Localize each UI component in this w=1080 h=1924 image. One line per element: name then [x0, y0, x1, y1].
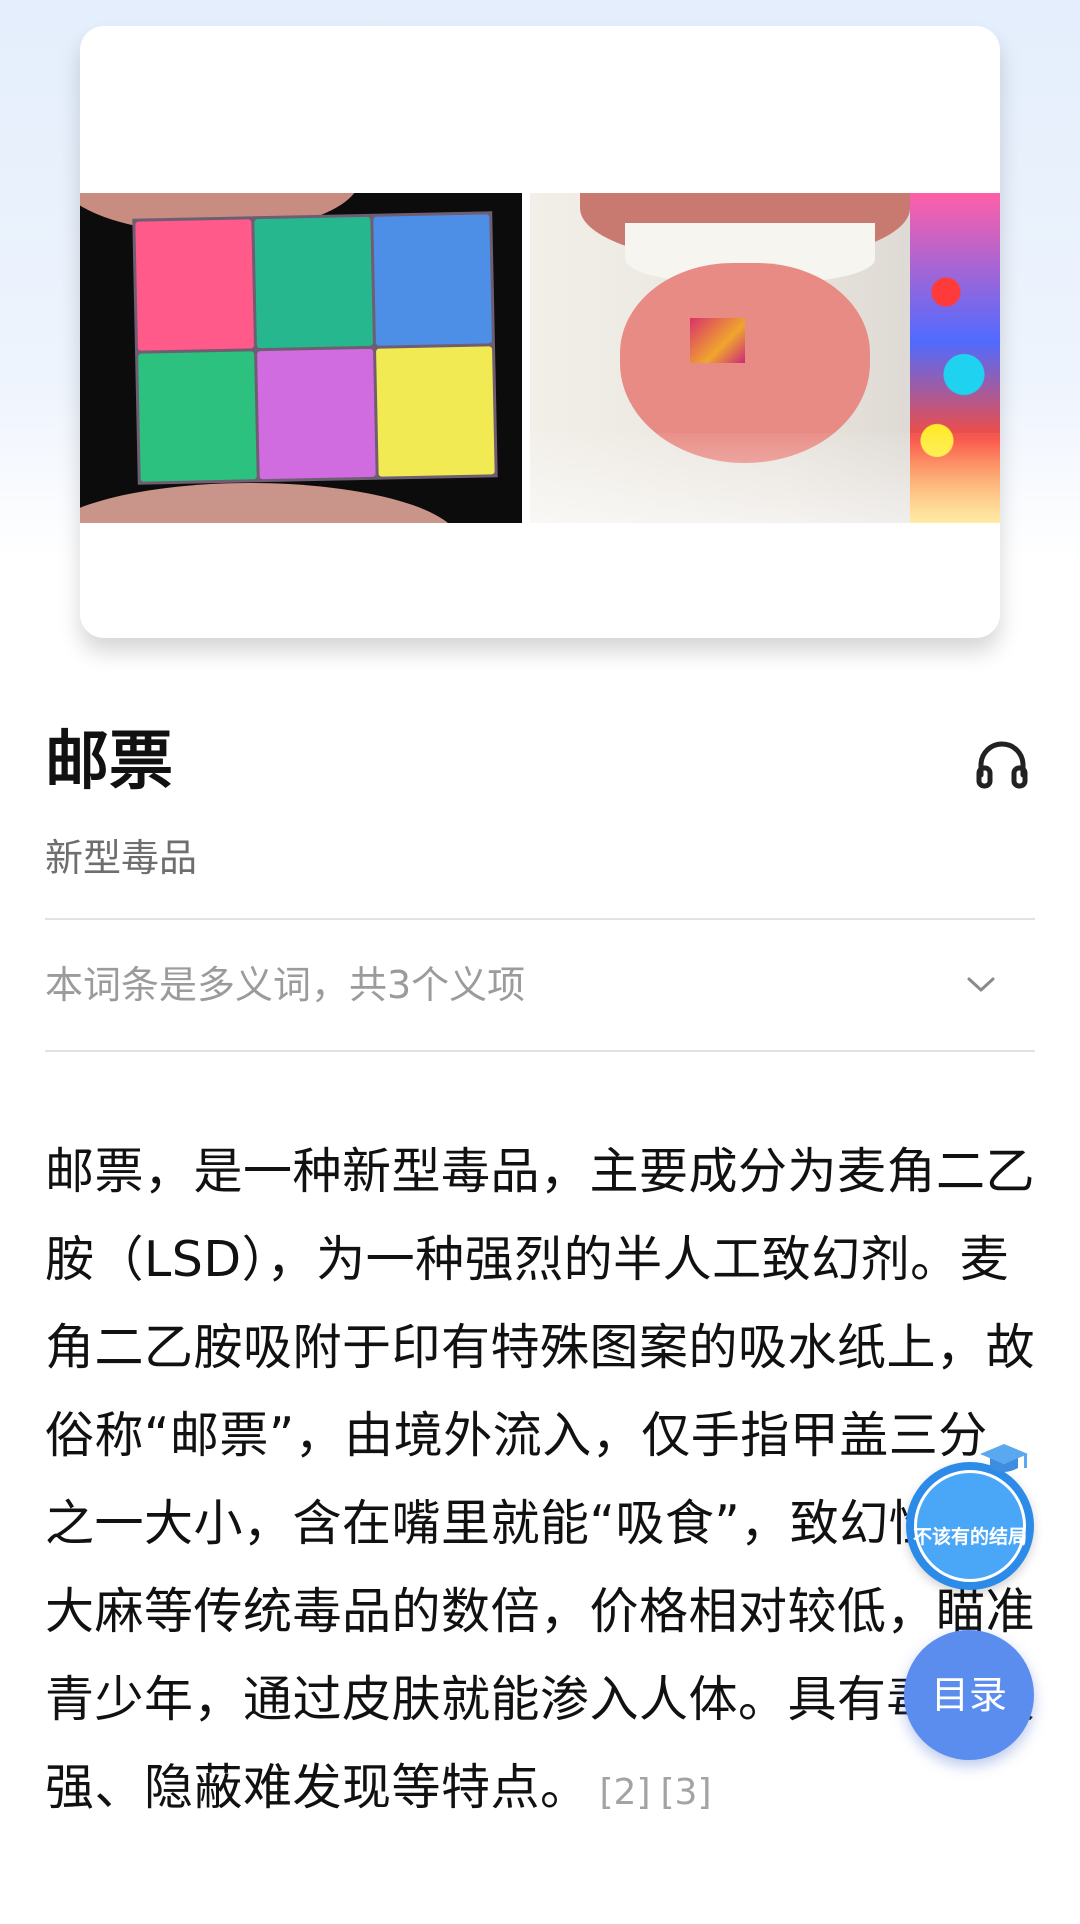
headphone-icon[interactable]	[973, 735, 1031, 793]
graduation-cap-icon	[978, 1440, 1030, 1480]
blotter-tile	[376, 345, 495, 477]
blotter-tab	[690, 318, 745, 363]
summary-text: 邮票，是一种新型毒品，主要成分为麦角二乙胺（LSD），为一种强烈的半人工致幻剂。…	[45, 1143, 1036, 1816]
entry-subtitle: 新型毒品	[45, 836, 198, 880]
blotter-tile	[257, 348, 376, 480]
blotter-tile	[135, 219, 254, 351]
lsd-blotter-photo[interactable]	[80, 193, 522, 523]
blotter-sheet	[132, 211, 498, 485]
reference-link[interactable]: [2]	[600, 1772, 651, 1813]
badge-label: 不该有的结局	[912, 1526, 1027, 1548]
tongue-photo[interactable]	[530, 193, 1000, 523]
reference-links: [2] [3]	[600, 1772, 722, 1813]
promo-badge[interactable]: 不该有的结局	[906, 1462, 1034, 1590]
blotter-tile	[254, 216, 373, 348]
chevron-down-icon	[965, 968, 997, 1000]
divider	[45, 918, 1035, 920]
blotter-tile	[138, 350, 257, 482]
page-title: 邮票	[45, 725, 173, 799]
finger	[80, 483, 460, 523]
photo-strip	[80, 167, 1000, 523]
reference-link[interactable]: [3]	[661, 1772, 712, 1813]
polysemy-text: 本词条是多义词，共3个义项	[45, 963, 526, 1007]
entry-summary: 邮票，是一种新型毒品，主要成分为麦角二乙胺（LSD），为一种强烈的半人工致幻剂。…	[45, 1128, 1035, 1837]
divider	[45, 1050, 1035, 1052]
polysemy-selector[interactable]: 本词条是多义词，共3个义项	[45, 950, 1035, 1020]
toc-button[interactable]: 目录	[904, 1630, 1034, 1760]
blotter-tile	[373, 214, 492, 346]
image-card[interactable]	[80, 26, 1000, 638]
toc-label: 目录	[930, 1673, 1007, 1717]
